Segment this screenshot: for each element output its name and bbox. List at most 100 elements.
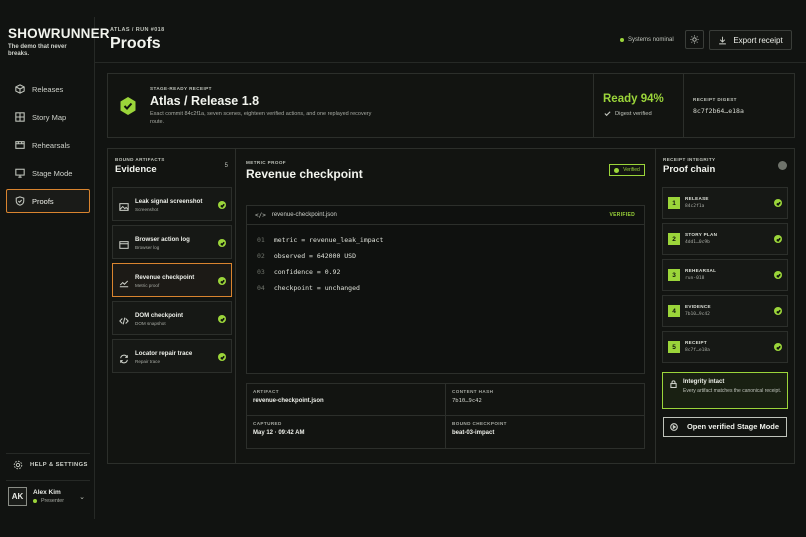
sidebar-item-label: Releases <box>32 84 64 94</box>
metric-title: Revenue checkpoint <box>246 167 363 181</box>
sidebar-item-story-map[interactable]: Story Map <box>6 105 90 129</box>
meta-bound-checkpoint: BOUND CHECKPOINT beat-03-impact <box>452 421 507 436</box>
chain-title: Proof chain <box>663 164 716 175</box>
theme-toggle-button[interactable] <box>685 30 704 49</box>
evidence-item-selected[interactable]: Revenue checkpoint Metric proof <box>112 263 232 297</box>
export-label: Export receipt <box>733 35 783 45</box>
user-menu[interactable]: AK Alex Kim Presenter ⌄ <box>6 480 90 512</box>
meta-artifact: ARTIFACT revenue-checkpoint.json <box>247 384 446 416</box>
integrity-description: Every artifact matches the canonical rec… <box>683 388 782 394</box>
evidence-item-title: Browser action log <box>135 236 190 243</box>
chain-link[interactable]: 1 RELEASE 84c2f1a <box>662 187 788 219</box>
evidence-item-type: Repair trace <box>135 359 161 364</box>
evidence-item-title: DOM checkpoint <box>135 312 184 319</box>
receipt-digest: 8c7f2b64…e18a <box>693 107 744 115</box>
avatar: AK <box>8 487 27 506</box>
cube-icon <box>14 84 25 95</box>
chevron-down-icon: ⌄ <box>79 493 85 501</box>
evidence-item[interactable]: Locator repair trace Repair trace <box>112 339 232 373</box>
brand-tagline: The demo that never breaks. <box>8 44 67 57</box>
sun-icon <box>690 35 699 44</box>
code-icon <box>119 313 129 325</box>
evidence-list: Leak signal screenshot Screenshot Browse… <box>112 187 232 377</box>
digest-label: RECEIPT DIGEST <box>693 97 737 102</box>
grid-icon <box>14 112 25 123</box>
evidence-item[interactable]: DOM checkpoint DOM snapshot <box>112 301 232 335</box>
evidence-count: 5 <box>224 163 228 169</box>
chain-link[interactable]: 4 EVIDENCE 7b10…9c42 <box>662 295 788 327</box>
code-line: 02 observed = 642000 USD <box>257 252 357 260</box>
chain-link[interactable]: 2 STORY PLAN 4dd1…0c9b <box>662 223 788 255</box>
help-settings-button[interactable]: HELP & SETTINGS <box>6 453 90 475</box>
status-text: Systems nominal <box>628 37 674 43</box>
sidebar-item-rehearsals[interactable]: Rehearsals <box>6 133 90 157</box>
lock-icon <box>670 380 677 388</box>
export-receipt-button[interactable]: Export receipt <box>709 30 792 50</box>
metric-proof-panel: METRIC PROOF Revenue checkpoint Verified… <box>236 149 656 463</box>
check-circle-icon <box>774 235 782 243</box>
chain-link[interactable]: 5 RECEIPT 8c7f…e18a <box>662 331 788 363</box>
user-role-label: Presenter <box>41 498 64 504</box>
evidence-item-type: DOM snapshot <box>135 321 166 326</box>
code-viewer: </> revenue-checkpoint.json VERIFIED 01 m… <box>246 205 645 374</box>
check-circle-icon <box>218 277 226 285</box>
chain-label: RECEIPT INTEGRITY <box>663 157 716 162</box>
sidebar-item-proofs[interactable]: Proofs <box>6 189 90 213</box>
evidence-item[interactable]: Leak signal screenshot Screenshot <box>112 187 232 221</box>
evidence-item-type: Metric proof <box>135 283 160 288</box>
system-status: Systems nominal <box>620 37 674 43</box>
sidebar-item-label: Rehearsals <box>32 140 70 150</box>
status-dot <box>620 38 624 42</box>
sidebar-item-label: Story Map <box>32 112 67 122</box>
breadcrumb: ATLAS / RUN #018 <box>110 27 165 33</box>
evidence-item-type: Browser log <box>135 245 160 250</box>
app-root: SHOWRUNNER The demo that never breaks. R… <box>0 0 806 537</box>
code-icon: </> <box>255 211 266 219</box>
sidebar-item-stage-mode[interactable]: Stage Mode <box>6 161 90 185</box>
check-circle-icon <box>774 199 782 207</box>
evidence-panel: BOUND ARTIFACTS Evidence 5 Leak signal s… <box>108 149 236 463</box>
sidebar-item-releases[interactable]: Releases <box>6 77 90 101</box>
evidence-item-title: Leak signal screenshot <box>135 198 203 205</box>
metric-label: METRIC PROOF <box>246 160 287 165</box>
check-circle-icon <box>774 307 782 315</box>
sidebar: SHOWRUNNER The demo that never breaks. R… <box>0 17 110 519</box>
help-label: HELP & SETTINGS <box>30 461 88 468</box>
verified-shield-icon <box>120 97 136 115</box>
play-icon <box>670 423 678 431</box>
status-icon <box>778 161 787 170</box>
refresh-icon <box>119 351 129 364</box>
online-dot <box>33 499 37 503</box>
evidence-item[interactable]: Browser action log Browser log <box>112 225 232 259</box>
gear-icon <box>13 460 23 469</box>
proof-workspace: BOUND ARTIFACTS Evidence 5 Leak signal s… <box>107 148 795 464</box>
readiness-panel: Ready 94% Digest verified <box>593 74 684 137</box>
code-line: 03 confidence = 0.92 <box>257 268 341 276</box>
page-header: ATLAS / RUN #018 Proofs Systems nominal … <box>95 17 806 63</box>
proof-chain-panel: RECEIPT INTEGRITY Proof chain 1 RELEASE 84… <box>656 149 794 463</box>
receipt-description: Exact commit 84c2f1a, seven scenes, eigh… <box>150 111 372 125</box>
check-circle-icon <box>218 315 226 323</box>
sidebar-item-label: Proofs <box>32 196 54 206</box>
page-title: Proofs <box>110 35 161 52</box>
stage-ready-receipt: STAGE-READY RECEIPT Atlas / Release 1.8 … <box>107 73 795 138</box>
open-stage-mode-button[interactable]: Open verified Stage Mode <box>663 417 787 437</box>
image-icon <box>119 199 129 211</box>
check-circle-icon <box>218 201 226 209</box>
trend-icon <box>119 275 129 288</box>
download-icon <box>719 36 727 44</box>
evidence-item-type: Screenshot <box>135 207 159 212</box>
verified-badge-label: Verified <box>623 167 640 173</box>
chain-list: 1 RELEASE 84c2f1a 2 STORY PLAN 4dd1…0c9b 3 RE… <box>662 187 788 367</box>
check-circle-icon <box>774 343 782 351</box>
integrity-status: Integrity intact Every artifact matches … <box>662 372 788 409</box>
integrity-title: Integrity intact <box>683 379 725 385</box>
meta-content-hash: CONTENT HASH 7b10…9c42 <box>446 384 645 416</box>
chain-link[interactable]: 3 REHEARSAL run-018 <box>662 259 788 291</box>
code-filename: revenue-checkpoint.json <box>271 212 337 218</box>
check-circle-icon <box>614 167 620 173</box>
sidebar-item-label: Stage Mode <box>32 168 73 178</box>
check-circle-icon <box>774 271 782 279</box>
open-stage-mode-label: Open verified Stage Mode <box>686 422 780 431</box>
user-name: Alex Kim <box>33 489 61 496</box>
